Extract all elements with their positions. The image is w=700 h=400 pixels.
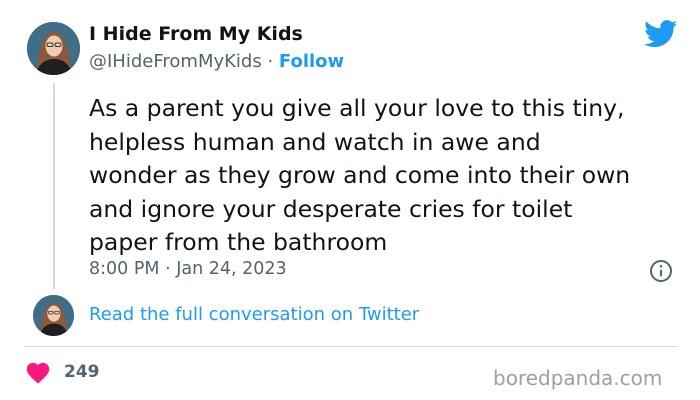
info-icon[interactable] (649, 259, 673, 283)
conversation-avatar[interactable] (33, 295, 74, 336)
avatar-image (33, 295, 74, 336)
author-handle-row: @IHideFromMyKids · Follow (89, 51, 344, 72)
avatar-image (27, 22, 80, 75)
read-conversation-link[interactable]: Read the full conversation on Twitter (89, 304, 419, 325)
tweet-timestamp[interactable]: 8:00 PM · Jan 24, 2023 (89, 259, 287, 279)
thread-connector-line (53, 83, 55, 289)
heart-icon[interactable] (26, 362, 50, 384)
tweet-text: As a parent you give all your love to th… (89, 94, 631, 256)
footer-divider (24, 346, 678, 347)
watermark: boredpanda.com (493, 366, 663, 390)
handle-separator: · (261, 51, 279, 72)
author-avatar[interactable] (27, 22, 80, 75)
follow-button[interactable]: Follow (279, 51, 344, 72)
author-handle[interactable]: @IHideFromMyKids (89, 51, 262, 72)
author-display-name[interactable]: I Hide From My Kids (89, 23, 303, 45)
twitter-bird-icon[interactable] (644, 20, 678, 48)
like-count[interactable]: 249 (64, 362, 100, 382)
